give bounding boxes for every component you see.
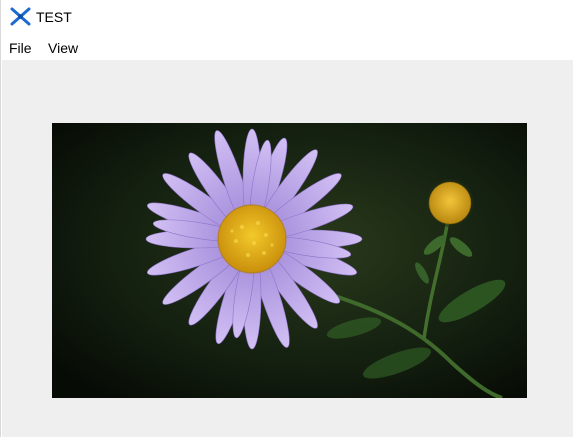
window-title: TEST <box>36 9 72 25</box>
app-window: TEST File View <box>0 0 573 437</box>
flower-photo <box>52 123 527 398</box>
title-bar: TEST <box>1 0 573 33</box>
app-logo-icon <box>10 7 31 26</box>
menu-bar: File View <box>1 35 573 60</box>
content-area <box>2 60 573 437</box>
menu-file[interactable]: File <box>9 38 32 58</box>
menu-view[interactable]: View <box>48 38 78 58</box>
